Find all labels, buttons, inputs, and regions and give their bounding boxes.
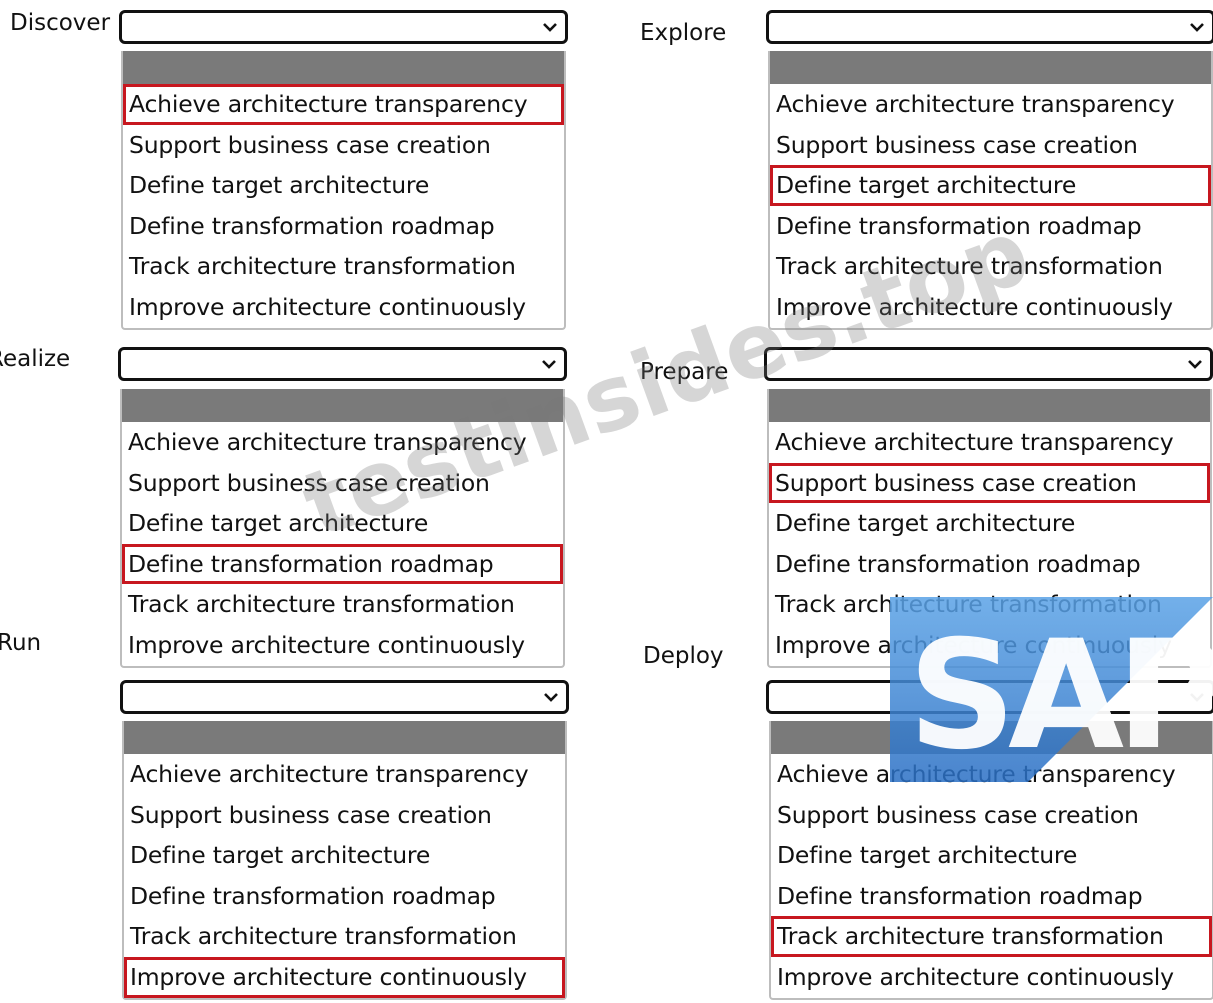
blank-option[interactable]	[769, 389, 1210, 422]
phase-label-explore: Explore	[640, 20, 727, 46]
run-select[interactable]	[120, 680, 569, 714]
prepare-option[interactable]: Track architecture transformation	[769, 584, 1210, 625]
prepare-dropdown-list: Achieve architecture transparency Support…	[767, 389, 1212, 668]
realize-dropdown-list: Achieve architecture transparency Support…	[120, 389, 565, 668]
phase-label-run: Run	[0, 630, 42, 656]
phase-label-deploy: Deploy	[643, 643, 724, 669]
discover-option[interactable]: Track architecture transformation	[123, 246, 564, 287]
deploy-option[interactable]: Track architecture transformation	[771, 916, 1212, 957]
explore-select[interactable]	[766, 10, 1213, 44]
prepare-option[interactable]: Improve architecture continuously	[769, 625, 1210, 666]
phase-label-prepare: Prepare	[640, 359, 729, 385]
explore-dropdown-list: Achieve architecture transparency Support…	[768, 51, 1213, 330]
discover-select[interactable]	[119, 10, 568, 44]
blank-option[interactable]	[124, 721, 565, 754]
chevron-down-icon	[1190, 23, 1204, 32]
prepare-option[interactable]: Define target architecture	[769, 503, 1210, 544]
explore-option[interactable]: Achieve architecture transparency	[770, 84, 1211, 125]
discover-option[interactable]: Define transformation roadmap	[123, 206, 564, 247]
explore-option[interactable]: Track architecture transformation	[770, 246, 1211, 287]
explore-option[interactable]: Support business case creation	[770, 125, 1211, 166]
phase-label-realize: Realize	[0, 346, 71, 372]
chevron-down-icon	[1188, 360, 1202, 369]
run-dropdown-list: Achieve architecture transparency Support…	[122, 721, 567, 1000]
discover-option[interactable]: Improve architecture continuously	[123, 287, 564, 328]
prepare-option[interactable]: Define transformation roadmap	[769, 544, 1210, 585]
deploy-dropdown-list: Achieve architecture transparency Support…	[769, 721, 1213, 1000]
realize-option[interactable]: Improve architecture continuously	[122, 625, 563, 666]
chevron-down-icon	[1190, 693, 1204, 702]
discover-option[interactable]: Support business case creation	[123, 125, 564, 166]
explore-option[interactable]: Define target architecture	[770, 165, 1211, 206]
realize-option[interactable]: Achieve architecture transparency	[122, 422, 563, 463]
blank-option[interactable]	[770, 51, 1211, 84]
explore-option[interactable]: Improve architecture continuously	[770, 287, 1211, 328]
run-option[interactable]: Define target architecture	[124, 835, 565, 876]
deploy-option[interactable]: Improve architecture continuously	[771, 957, 1212, 998]
realize-option[interactable]: Track architecture transformation	[122, 584, 563, 625]
deploy-option[interactable]: Achieve architecture transparency	[771, 754, 1212, 795]
run-option[interactable]: Achieve architecture transparency	[124, 754, 565, 795]
run-option[interactable]: Improve architecture continuously	[124, 956, 565, 998]
explore-option[interactable]: Define transformation roadmap	[770, 206, 1211, 247]
chevron-down-icon	[544, 693, 558, 702]
realize-select[interactable]	[118, 347, 567, 381]
run-option[interactable]: Support business case creation	[124, 795, 565, 836]
run-option[interactable]: Define transformation roadmap	[124, 876, 565, 917]
run-option[interactable]: Track architecture transformation	[124, 916, 565, 957]
prepare-option[interactable]: Support business case creation	[769, 462, 1210, 504]
blank-option[interactable]	[122, 389, 563, 422]
chevron-down-icon	[542, 360, 556, 369]
deploy-option[interactable]: Define target architecture	[771, 835, 1212, 876]
deploy-select[interactable]	[766, 680, 1213, 714]
deploy-option[interactable]: Define transformation roadmap	[771, 876, 1212, 917]
discover-option[interactable]: Define target architecture	[123, 165, 564, 206]
realize-option[interactable]: Define transformation roadmap	[122, 543, 563, 585]
realize-option[interactable]: Define target architecture	[122, 503, 563, 544]
blank-option[interactable]	[123, 51, 564, 84]
deploy-option[interactable]: Support business case creation	[771, 795, 1212, 836]
chevron-down-icon	[543, 23, 557, 32]
phase-label-discover: Discover	[10, 10, 111, 36]
prepare-option[interactable]: Achieve architecture transparency	[769, 422, 1210, 463]
blank-option[interactable]	[771, 721, 1212, 754]
realize-option[interactable]: Support business case creation	[122, 463, 563, 504]
discover-dropdown-list: Achieve architecture transparency Support…	[121, 51, 566, 330]
discover-option[interactable]: Achieve architecture transparency	[123, 84, 564, 125]
prepare-select[interactable]	[764, 347, 1213, 381]
